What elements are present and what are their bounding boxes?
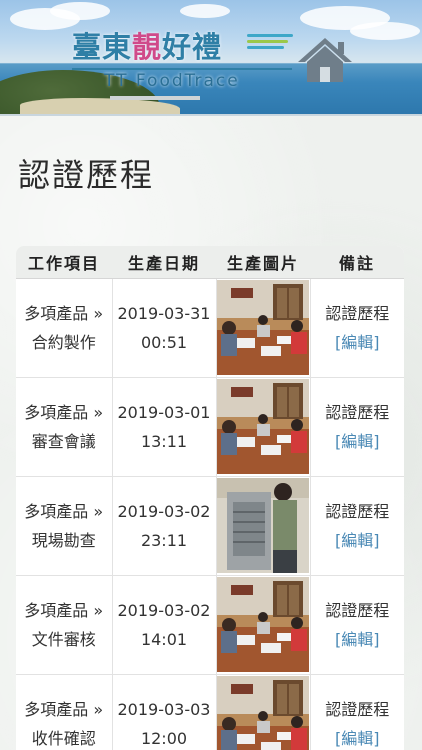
- edit-link[interactable]: [編輯]: [311, 328, 405, 357]
- cell-photo: [216, 476, 311, 576]
- work-item-name: 收件確認: [31, 728, 96, 748]
- table-row: 多項產品 » 文件審核 2019-03-02 14:01 認證歷程 [編輯]: [16, 575, 405, 675]
- equipment-photo[interactable]: [217, 478, 309, 573]
- cell-photo: [216, 278, 311, 378]
- cell-date: 2019-03-02 14:01: [112, 575, 217, 675]
- cell-note: 認證歷程 [編輯]: [310, 674, 404, 750]
- production-date: 2019-03-31: [117, 303, 211, 323]
- work-item-category[interactable]: 多項產品 »: [16, 497, 112, 526]
- cell-note: 認證歷程 [編輯]: [310, 476, 405, 576]
- work-item-category[interactable]: 多項產品 »: [16, 695, 112, 724]
- table-row: 多項產品 » 收件確認 2019-03-03 12:00 認證歷程 [編輯]: [16, 674, 404, 750]
- logo-subtitle: TT FoodTrace: [104, 71, 240, 91]
- cell-date: 2019-03-03 12:00: [112, 674, 217, 750]
- production-date: 2019-03-01: [117, 402, 211, 422]
- cell-work-item: 多項產品 » 審查會議: [16, 377, 113, 477]
- production-date: 2019-03-02: [117, 600, 211, 620]
- column-header-item: 工作項目: [16, 246, 112, 279]
- production-time: 00:51: [140, 332, 188, 352]
- cell-date: 2019-03-01 13:11: [112, 377, 217, 477]
- cell-date: 2019-03-02 23:11: [112, 476, 217, 576]
- cell-work-item: 多項產品 » 現場勘查: [16, 476, 113, 576]
- home-button[interactable]: [296, 36, 354, 84]
- home-icon: [298, 38, 352, 82]
- work-item-name: 文件審核: [31, 629, 96, 649]
- note-text: 認證歷程: [325, 402, 390, 422]
- table-header-row: 工作項目 生產日期 生產圖片 備註: [16, 246, 404, 279]
- work-item-category[interactable]: 多項產品 »: [16, 299, 112, 328]
- table-row: 多項產品 » 合約製作 2019-03-31 00:51 認證歷程 [編輯]: [16, 278, 405, 378]
- note-text: 認證歷程: [325, 501, 390, 521]
- production-time: 14:01: [140, 629, 188, 649]
- header-banner: 臺東靚好禮 TT FoodTrace: [0, 0, 422, 116]
- beach: [20, 98, 180, 114]
- production-date: 2019-03-02: [117, 501, 211, 521]
- column-header-date: 生產日期: [112, 246, 216, 279]
- cell-photo: [216, 377, 311, 477]
- wave-lines-icon: [247, 34, 293, 56]
- edit-link[interactable]: [編輯]: [311, 427, 405, 456]
- production-date: 2019-03-03: [117, 699, 211, 719]
- logo-divider: [72, 68, 292, 70]
- meeting-photo[interactable]: [217, 379, 309, 474]
- work-item-name: 合約製作: [31, 332, 96, 352]
- production-time: 13:11: [140, 431, 188, 451]
- edit-link[interactable]: [編輯]: [311, 526, 405, 555]
- production-time: 12:00: [140, 728, 188, 748]
- cell-work-item: 多項產品 » 文件審核: [16, 575, 113, 675]
- work-item-name: 現場勘查: [31, 530, 96, 550]
- page-title: 認證歷程: [18, 156, 155, 194]
- table-row: 多項產品 » 審查會議 2019-03-01 13:11 認證歷程 [編輯]: [16, 377, 405, 477]
- column-header-photo: 生產圖片: [216, 246, 310, 279]
- note-text: 認證歷程: [325, 600, 390, 620]
- note-text: 認證歷程: [325, 699, 390, 719]
- meeting-photo[interactable]: [217, 676, 309, 750]
- work-item-name: 審查會議: [31, 431, 96, 451]
- meeting-photo[interactable]: [217, 280, 309, 375]
- work-item-category[interactable]: 多項產品 »: [16, 398, 112, 427]
- logo-title: 臺東靚好禮: [72, 30, 223, 64]
- cell-work-item: 多項產品 » 收件確認: [16, 674, 113, 750]
- table-row: 多項產品 » 現場勘查 2019-03-02 23:11 認證歷程 [編輯]: [16, 476, 405, 576]
- work-item-category[interactable]: 多項產品 »: [16, 596, 112, 625]
- production-time: 23:11: [140, 530, 188, 550]
- cell-photo: [216, 575, 311, 675]
- edit-link[interactable]: [編輯]: [311, 724, 405, 750]
- cell-note: 認證歷程 [編輯]: [310, 377, 405, 477]
- site-logo[interactable]: 臺東靚好禮 TT FoodTrace: [72, 20, 294, 98]
- edit-link[interactable]: [編輯]: [311, 625, 405, 654]
- cell-note: 認證歷程 [編輯]: [310, 278, 405, 378]
- certification-table: 工作項目 生產日期 生產圖片 備註 多項產品 » 合約製作 2019-03-31…: [16, 246, 404, 750]
- cell-photo: [216, 674, 311, 750]
- column-header-note: 備註: [310, 246, 404, 279]
- cell-date: 2019-03-31 00:51: [112, 278, 217, 378]
- cell-note: 認證歷程 [編輯]: [310, 575, 405, 675]
- cell-work-item: 多項產品 » 合約製作: [16, 278, 113, 378]
- meeting-photo[interactable]: [217, 577, 309, 672]
- note-text: 認證歷程: [325, 303, 390, 323]
